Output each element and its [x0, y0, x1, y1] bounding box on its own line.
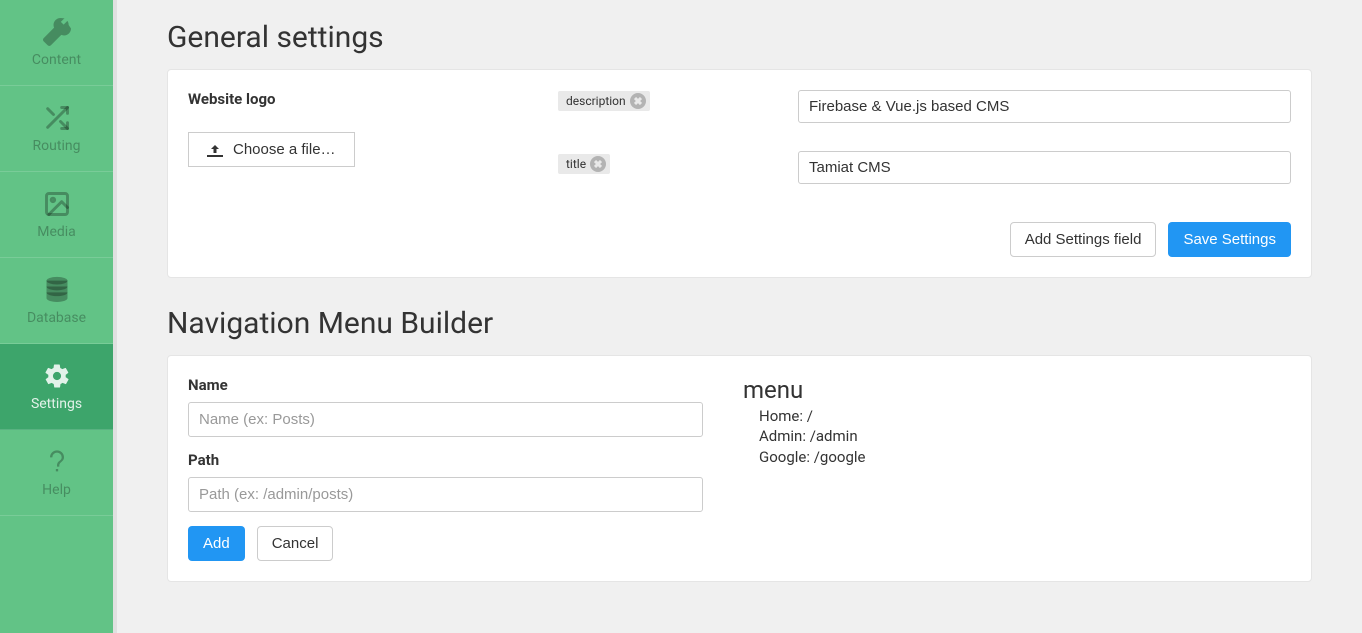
sidebar-item-label: Routing — [33, 138, 81, 154]
name-label: Name — [188, 376, 703, 394]
sidebar-item-label: Content — [32, 52, 81, 68]
sidebar-item-media[interactable]: Media — [0, 172, 113, 258]
path-label: Path — [188, 451, 703, 469]
sidebar-item-label: Settings — [31, 396, 82, 412]
shuffle-icon — [43, 104, 71, 132]
title-field[interactable] — [798, 151, 1291, 184]
sidebar-item-label: Help — [42, 482, 71, 498]
choose-file-button[interactable]: Choose a file… — [188, 132, 355, 167]
nav-builder-panel: Name Path Add Cancel menu Home: / Admin:… — [167, 355, 1312, 582]
wrench-icon — [43, 18, 71, 46]
sidebar-item-help[interactable]: Help — [0, 430, 113, 516]
cancel-button[interactable]: Cancel — [257, 526, 334, 561]
gear-icon — [43, 362, 71, 390]
name-input[interactable] — [188, 402, 703, 437]
menu-title: menu — [743, 376, 1291, 404]
tag-description-close[interactable] — [630, 93, 646, 109]
menu-list: Home: / Admin: /admin Google: /google — [759, 406, 1291, 467]
database-icon — [43, 276, 71, 304]
image-icon — [43, 190, 71, 218]
sidebar: Content Routing Media Database Settings — [0, 0, 113, 633]
sidebar-item-label: Media — [37, 224, 76, 240]
question-icon — [43, 448, 71, 476]
choose-file-label: Choose a file… — [233, 141, 336, 158]
save-settings-button[interactable]: Save Settings — [1168, 222, 1291, 257]
menu-item: Home: / — [759, 406, 1291, 426]
nav-builder-heading: Navigation Menu Builder — [167, 306, 1312, 341]
upload-icon — [207, 144, 223, 156]
tag-label: title — [566, 157, 586, 171]
general-settings-heading: General settings — [167, 20, 1312, 55]
add-settings-field-button[interactable]: Add Settings field — [1010, 222, 1157, 257]
path-input[interactable] — [188, 477, 703, 512]
sidebar-item-settings[interactable]: Settings — [0, 344, 113, 430]
tag-label: description — [566, 94, 626, 108]
sidebar-item-label: Database — [27, 310, 86, 326]
description-field[interactable] — [798, 90, 1291, 123]
general-settings-panel: Website logo Choose a file… description — [167, 69, 1312, 278]
sidebar-item-database[interactable]: Database — [0, 258, 113, 344]
main-content: General settings Website logo Choose a f… — [117, 0, 1362, 633]
menu-item: Google: /google — [759, 447, 1291, 467]
tag-title: title — [558, 154, 610, 174]
tag-description: description — [558, 91, 650, 111]
menu-item: Admin: /admin — [759, 426, 1291, 446]
sidebar-item-content[interactable]: Content — [0, 0, 113, 86]
add-button[interactable]: Add — [188, 526, 245, 561]
website-logo-label: Website logo — [188, 90, 558, 108]
tag-title-close[interactable] — [590, 156, 606, 172]
sidebar-item-routing[interactable]: Routing — [0, 86, 113, 172]
